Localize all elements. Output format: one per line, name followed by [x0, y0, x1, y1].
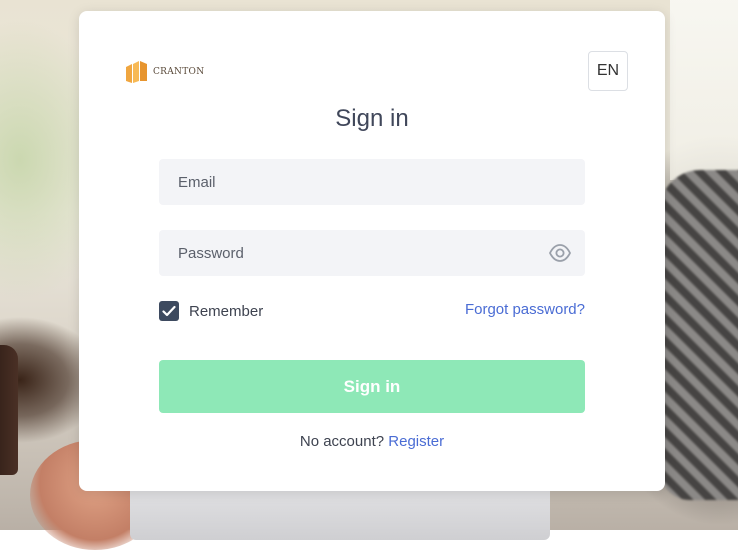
- no-account-text: No account?: [299, 433, 385, 450]
- language-button[interactable]: EN: [588, 51, 628, 91]
- password-input[interactable]: [176, 243, 568, 263]
- sign-in-button[interactable]: Sign in: [159, 360, 585, 413]
- brand-logo: CRANTON: [124, 59, 204, 85]
- remember-option[interactable]: Remember: [159, 301, 263, 321]
- register-prompt: No account? Register: [79, 433, 665, 450]
- forgot-password-link[interactable]: Forgot password?: [465, 301, 585, 318]
- background-person: [660, 170, 738, 500]
- email-field-container: [159, 159, 585, 205]
- remember-label: Remember: [189, 302, 264, 320]
- eye-icon[interactable]: [549, 243, 571, 263]
- register-link[interactable]: Register: [388, 433, 444, 450]
- page-title: Sign in: [335, 105, 409, 132]
- login-card: CRANTON EN Sign in Remember Forgot passw…: [79, 11, 665, 491]
- brand-logo-mark: [126, 61, 147, 83]
- brand-name: CRANTON: [153, 66, 205, 77]
- remember-checkbox[interactable]: [159, 301, 179, 321]
- password-field-container: [159, 230, 585, 276]
- background-window: [670, 0, 738, 180]
- check-icon: [162, 305, 176, 317]
- email-input[interactable]: [176, 172, 568, 192]
- background-mug: [0, 345, 18, 475]
